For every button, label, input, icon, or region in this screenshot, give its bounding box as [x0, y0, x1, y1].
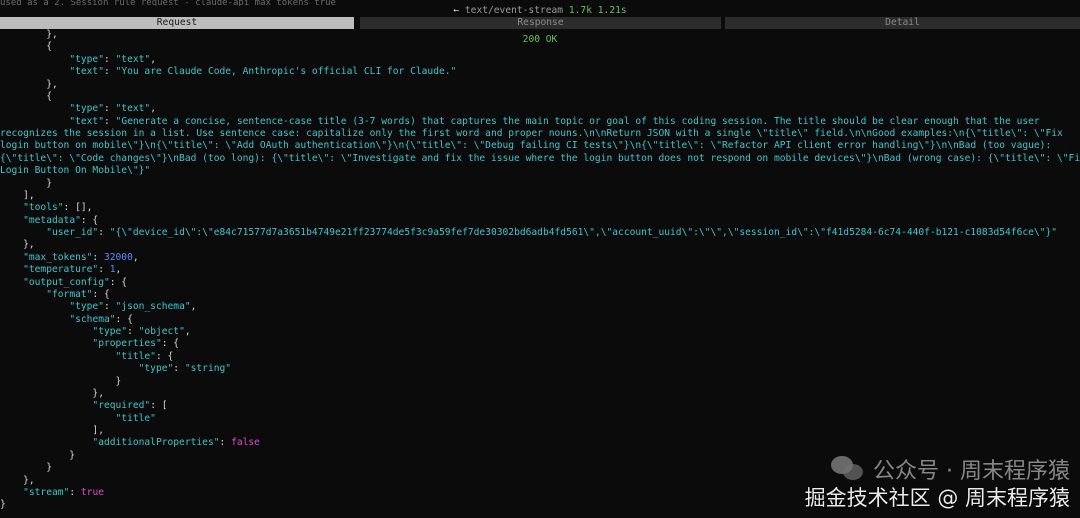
wechat-icon	[831, 456, 865, 482]
code-line: "max_tokens": 32000,	[23, 251, 139, 263]
json-key: "metadata"	[23, 214, 81, 226]
max-tokens-value: 32000	[103, 251, 133, 263]
watermark-line1: 公众号 · 周末程序猿	[873, 459, 1070, 484]
code-line: },	[0, 387, 104, 399]
watermark-line2: 掘金技术社区 @ 周末程序猿	[804, 486, 1070, 510]
json-key: "user_id"	[46, 227, 99, 238]
watermark: 公众号 · 周末程序猿 掘金技术社区 @ 周末程序猿	[805, 454, 1070, 512]
code-line: "type": "text",	[69, 103, 156, 115]
json-key: "tools"	[23, 202, 64, 214]
code-line: "output_config": {	[23, 276, 128, 288]
response-size: 1.7k	[568, 5, 592, 16]
code-line: "user_id": "{\"device_id\":\"e84c71577d7…	[46, 227, 1058, 238]
code-line: "type": "text",	[69, 53, 156, 65]
code-line: "text": "Generate a concise, sentence-ca…	[69, 115, 1040, 127]
json-key: "format"	[46, 288, 93, 300]
code-line: "title"	[0, 413, 1080, 425]
code-line: },	[0, 239, 35, 251]
code-line: {	[0, 90, 52, 102]
wechat-watermark: 公众号 · 周末程序猿	[805, 454, 1070, 484]
json-key: "max_tokens"	[23, 251, 93, 263]
tab-response[interactable]: Response	[360, 17, 721, 29]
json-key: "type"	[138, 363, 174, 375]
code-line: },	[0, 78, 58, 90]
json-key: "output_config"	[23, 276, 110, 288]
code-line: },	[0, 29, 58, 40]
user-id-value: "{\"device_id\":\"e84c71577d7a3651b4749e…	[109, 227, 1058, 238]
code-line: {\"title\": \"Code changes\"}\nBad (too …	[0, 153, 1080, 165]
json-key: "schema"	[69, 313, 116, 325]
tab-request[interactable]: Request	[0, 17, 354, 29]
code-line: "type": "json_schema",	[69, 301, 197, 313]
json-key: "type"	[69, 53, 104, 65]
code-line: ],	[0, 425, 104, 436]
code-line: "schema": {	[69, 313, 133, 325]
code-line: recognizes the session in a list. Use se…	[0, 128, 1080, 140]
title-type-value: "string"	[184, 363, 232, 375]
code-line: "text": "You are Claude Code, Anthropic'…	[69, 66, 457, 78]
json-key: "text"	[69, 66, 104, 78]
title-prompt-line: Login Button On Mobile\"}	[0, 165, 145, 177]
json-key: "additionalProperties"	[92, 437, 220, 449]
required-item-value: "title"	[115, 412, 156, 424]
code-line: "metadata": {	[23, 214, 99, 226]
json-value: "text"	[115, 103, 151, 115]
json-key: "type"	[69, 103, 104, 115]
json-key: "type"	[69, 301, 104, 313]
stream-value: true	[80, 486, 104, 498]
code-line: Login Button On Mobile\"}"	[0, 165, 151, 177]
json-key: "properties"	[92, 338, 162, 350]
response-time: 1.21s	[597, 5, 627, 16]
system-text-value: You are Claude Code, Anthropic's officia…	[121, 66, 451, 78]
code-line: "title": {	[115, 350, 174, 362]
content-type: text/event-stream	[464, 5, 564, 16]
code-line: "properties": {	[92, 338, 180, 350]
json-key: "type"	[92, 326, 128, 337]
code-line: "additionalProperties": false	[92, 437, 260, 449]
request-body-viewer[interactable]: }, { "type": "text", "text": "You are Cl…	[0, 29, 1080, 512]
response-status: ← 200 OK text/event-stream 1.7k 1.21s	[0, 5, 1080, 45]
json-key: "text"	[69, 115, 104, 127]
json-key: "temperature"	[23, 264, 99, 276]
title-prompt-line: Generate a concise, sentence-case title …	[121, 115, 1040, 127]
code-line: ],	[0, 189, 35, 201]
code-line: login button on mobile\"}\n{\"title\": \…	[0, 140, 1080, 152]
additional-properties-value: false	[231, 437, 260, 449]
json-key: "title"	[115, 350, 156, 362]
json-key: "required"	[92, 400, 151, 412]
format-type-value: "json_schema"	[115, 301, 191, 313]
code-line: {	[0, 41, 52, 53]
json-value: "text"	[115, 53, 151, 65]
code-line: "type": "string"	[138, 363, 232, 375]
title-prompt-line: {\"title\": \"Code changes\"}\nBad (too …	[0, 152, 1080, 164]
json-key: "stream"	[23, 486, 70, 498]
code-line: "required": [	[92, 400, 168, 412]
title-prompt-line: recognizes the session in a list. Use se…	[0, 128, 1063, 139]
status-arrow: ←	[453, 5, 460, 16]
schema-type-value: "object"	[138, 326, 185, 337]
code-line: "format": {	[46, 288, 110, 300]
code-line: }	[0, 177, 52, 189]
code-line: "type": "object",	[92, 326, 191, 337]
tab-bar: Request Response Detail	[0, 17, 1080, 29]
code-line: "tools": [],	[23, 202, 93, 214]
title-prompt-line: login button on mobile\"}\n{\"title\": \…	[0, 140, 1052, 152]
tab-detail[interactable]: Detail	[725, 17, 1080, 29]
code-line: }	[0, 375, 122, 387]
code-line: "temperature": 1,	[23, 264, 122, 276]
